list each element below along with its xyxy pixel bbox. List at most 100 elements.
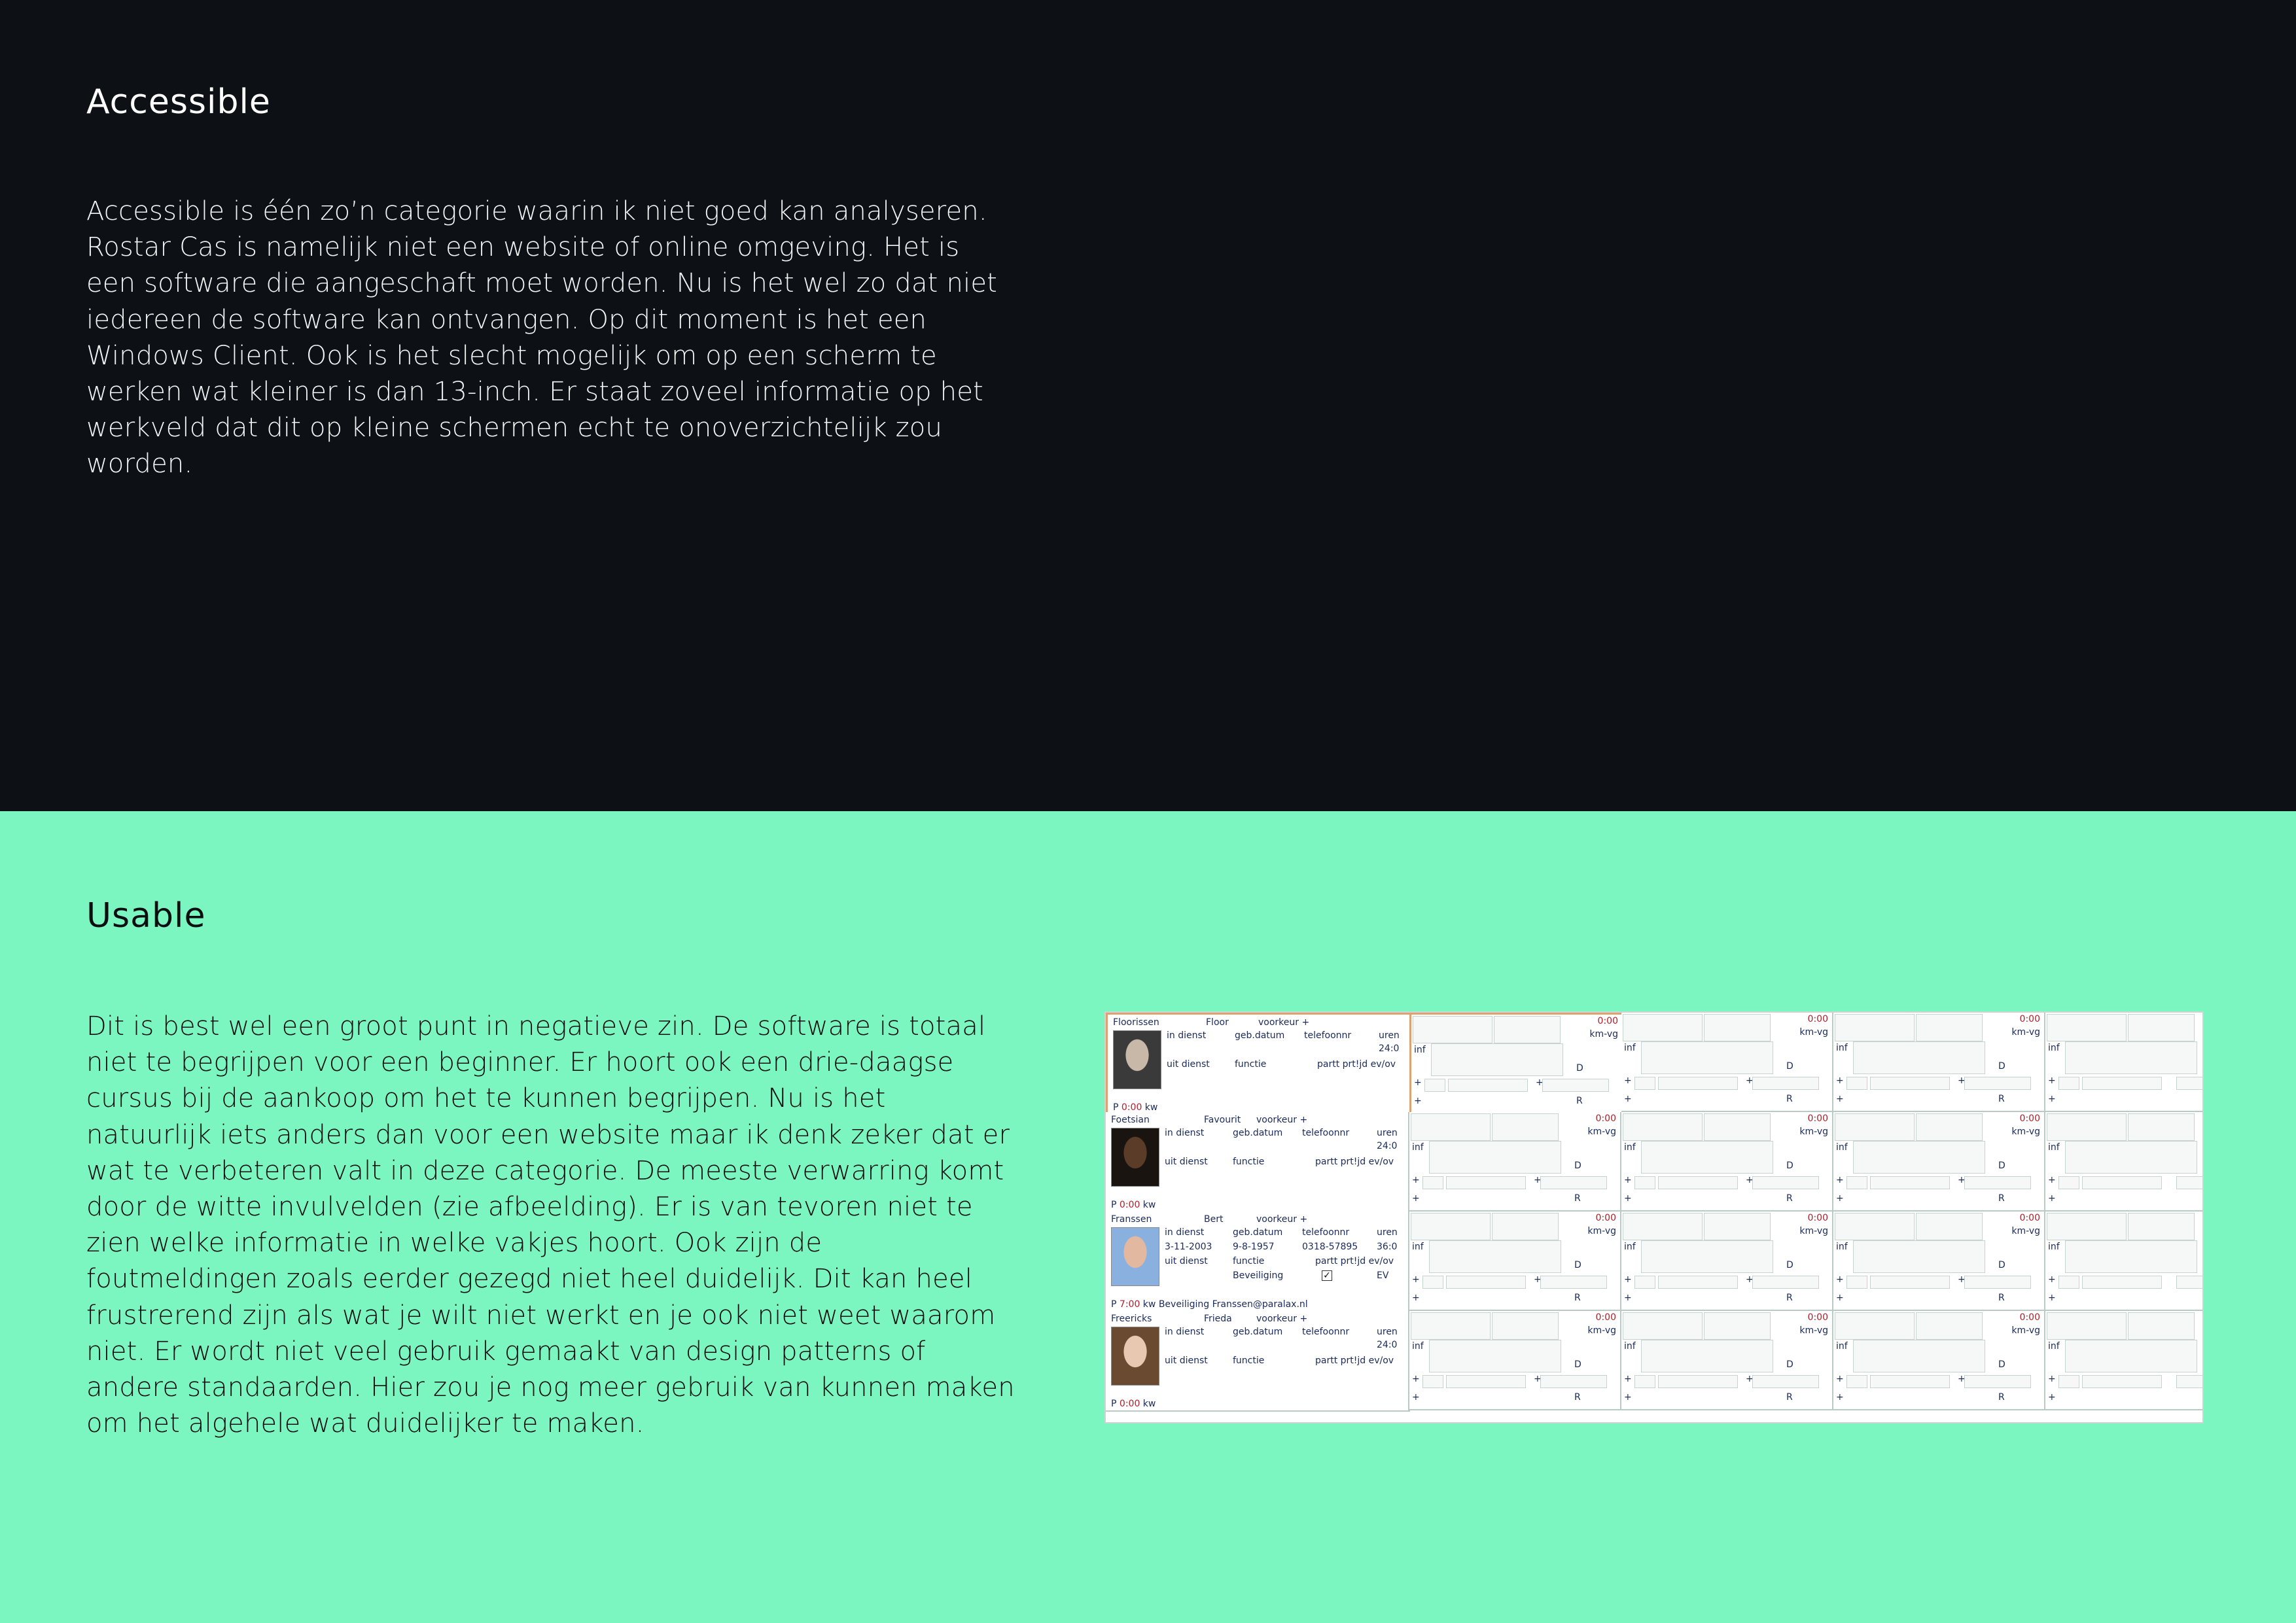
empty-input-field[interactable] <box>1870 1077 1950 1090</box>
empty-input-field[interactable] <box>1623 1014 1703 1041</box>
empty-input-field[interactable] <box>1494 1016 1561 1043</box>
schedule-cell[interactable]: 0:00 km-vg D R + inf + + <box>1409 1112 1622 1212</box>
employee-card[interactable]: Floorissen Floor voorkeur + in dienst geb.da… <box>1106 1013 1412 1116</box>
employee-card[interactable]: Freericks Frieda voorkeur + in dienst geb.da… <box>1106 1311 1410 1412</box>
empty-input-field[interactable] <box>2047 1312 2127 1340</box>
empty-input-field[interactable] <box>1846 1176 1867 1189</box>
empty-input-field[interactable] <box>1658 1276 1738 1289</box>
empty-input-field[interactable] <box>1429 1340 1561 1372</box>
empty-input-field[interactable] <box>1492 1113 1559 1141</box>
schedule-cell[interactable]: 0:00 km-vg D R + inf + + <box>1833 1112 2046 1212</box>
schedule-cell[interactable]: 0:00 km-vg D R + inf + + <box>1621 1112 1834 1212</box>
schedule-cell[interactable]: 0:00 km-vg D R + inf + + <box>1621 1013 1834 1112</box>
empty-input-field[interactable] <box>1634 1276 1655 1289</box>
empty-input-field[interactable] <box>2047 1213 2127 1240</box>
empty-input-field[interactable] <box>1658 1176 1738 1189</box>
empty-input-field[interactable] <box>1411 1312 1491 1340</box>
empty-input-field[interactable] <box>1704 1113 1771 1141</box>
empty-input-field[interactable] <box>1623 1113 1703 1141</box>
empty-input-field[interactable] <box>1853 1041 1985 1074</box>
empty-input-field[interactable] <box>1424 1079 1445 1092</box>
empty-input-field[interactable] <box>2082 1375 2162 1388</box>
schedule-cell[interactable]: 0:00 km-vg D R + inf + + <box>1833 1311 2046 1410</box>
empty-input-field[interactable] <box>1623 1312 1703 1340</box>
empty-input-field[interactable] <box>1540 1176 1607 1189</box>
empty-input-field[interactable] <box>1411 1113 1491 1141</box>
empty-input-field[interactable] <box>1752 1276 1819 1289</box>
empty-input-field[interactable] <box>1964 1176 2031 1189</box>
empty-input-field[interactable] <box>2082 1176 2162 1189</box>
empty-input-field[interactable] <box>2065 1041 2197 1074</box>
empty-input-field[interactable] <box>2047 1014 2127 1041</box>
empty-input-field[interactable] <box>2176 1375 2202 1388</box>
empty-input-field[interactable] <box>1752 1375 1819 1388</box>
empty-input-field[interactable] <box>2176 1176 2202 1189</box>
empty-input-field[interactable] <box>2058 1077 2079 1090</box>
empty-input-field[interactable] <box>1853 1240 1985 1273</box>
empty-input-field[interactable] <box>1853 1340 1985 1372</box>
empty-input-field[interactable] <box>1429 1240 1561 1273</box>
empty-input-field[interactable] <box>1448 1079 1528 1092</box>
schedule-cell[interactable]: 0:00 km-vg D R + inf + + <box>1409 1311 1622 1410</box>
empty-input-field[interactable] <box>2058 1176 2079 1189</box>
empty-input-field[interactable] <box>1658 1077 1738 1090</box>
empty-input-field[interactable] <box>1540 1276 1607 1289</box>
empty-input-field[interactable] <box>1641 1340 1773 1372</box>
empty-input-field[interactable] <box>1752 1077 1819 1090</box>
empty-input-field[interactable] <box>2058 1375 2079 1388</box>
empty-input-field[interactable] <box>1870 1176 1950 1189</box>
empty-input-field[interactable] <box>1658 1375 1738 1388</box>
empty-input-field[interactable] <box>1870 1276 1950 1289</box>
empty-input-field[interactable] <box>1429 1141 1561 1174</box>
empty-input-field[interactable] <box>1641 1240 1773 1273</box>
empty-input-field[interactable] <box>1641 1041 1773 1074</box>
empty-input-field[interactable] <box>1846 1077 1867 1090</box>
empty-input-field[interactable] <box>1916 1113 1983 1141</box>
empty-input-field[interactable] <box>2128 1312 2195 1340</box>
empty-input-field[interactable] <box>2065 1240 2197 1273</box>
empty-input-field[interactable] <box>1634 1375 1655 1388</box>
empty-input-field[interactable] <box>2128 1113 2195 1141</box>
empty-input-field[interactable] <box>1540 1375 1607 1388</box>
empty-input-field[interactable] <box>1704 1014 1771 1041</box>
schedule-cell[interactable]: 0:00 km-vg D R + inf + + <box>1833 1212 2046 1311</box>
empty-input-field[interactable] <box>1446 1276 1526 1289</box>
empty-input-field[interactable] <box>1492 1312 1559 1340</box>
empty-input-field[interactable] <box>1853 1141 1985 1174</box>
empty-input-field[interactable] <box>1964 1375 2031 1388</box>
empty-input-field[interactable] <box>1964 1077 2031 1090</box>
empty-input-field[interactable] <box>1835 1213 1915 1240</box>
empty-input-field[interactable] <box>1492 1213 1559 1240</box>
empty-input-field[interactable] <box>1641 1141 1773 1174</box>
empty-input-field[interactable] <box>1916 1014 1983 1041</box>
schedule-cell[interactable]: 0:00 km-vg D R + inf + + <box>1409 1013 1624 1115</box>
schedule-cell[interactable]: 0:00 km-vg D R + inf + + <box>1833 1013 2046 1112</box>
empty-input-field[interactable] <box>1422 1375 1443 1388</box>
empty-input-field[interactable] <box>2128 1014 2195 1041</box>
empty-input-field[interactable] <box>1411 1213 1491 1240</box>
schedule-cell[interactable]: inf + + <box>2045 1013 2202 1112</box>
empty-input-field[interactable] <box>1846 1276 1867 1289</box>
empty-input-field[interactable] <box>2058 1276 2079 1289</box>
empty-input-field[interactable] <box>1870 1375 1950 1388</box>
empty-input-field[interactable] <box>2065 1141 2197 1174</box>
schedule-cell[interactable]: inf + + <box>2045 1112 2202 1212</box>
empty-input-field[interactable] <box>1422 1276 1443 1289</box>
empty-input-field[interactable] <box>1916 1213 1983 1240</box>
empty-input-field[interactable] <box>1413 1016 1492 1043</box>
empty-input-field[interactable] <box>2082 1276 2162 1289</box>
empty-input-field[interactable] <box>1542 1079 1609 1092</box>
empty-input-field[interactable] <box>2176 1276 2202 1289</box>
empty-input-field[interactable] <box>2128 1213 2195 1240</box>
empty-input-field[interactable] <box>1835 1113 1915 1141</box>
empty-input-field[interactable] <box>1846 1375 1867 1388</box>
empty-input-field[interactable] <box>1446 1176 1526 1189</box>
employee-card[interactable]: Foetsian Favourit voorkeur + in dienst geb.d… <box>1106 1112 1410 1213</box>
empty-input-field[interactable] <box>2065 1340 2197 1372</box>
schedule-cell[interactable]: inf + + <box>2045 1311 2202 1410</box>
empty-input-field[interactable] <box>1431 1043 1563 1076</box>
empty-input-field[interactable] <box>1623 1213 1703 1240</box>
empty-input-field[interactable] <box>1446 1375 1526 1388</box>
empty-input-field[interactable] <box>1634 1176 1655 1189</box>
schedule-cell[interactable]: 0:00 km-vg D R + inf + + <box>1621 1212 1834 1311</box>
